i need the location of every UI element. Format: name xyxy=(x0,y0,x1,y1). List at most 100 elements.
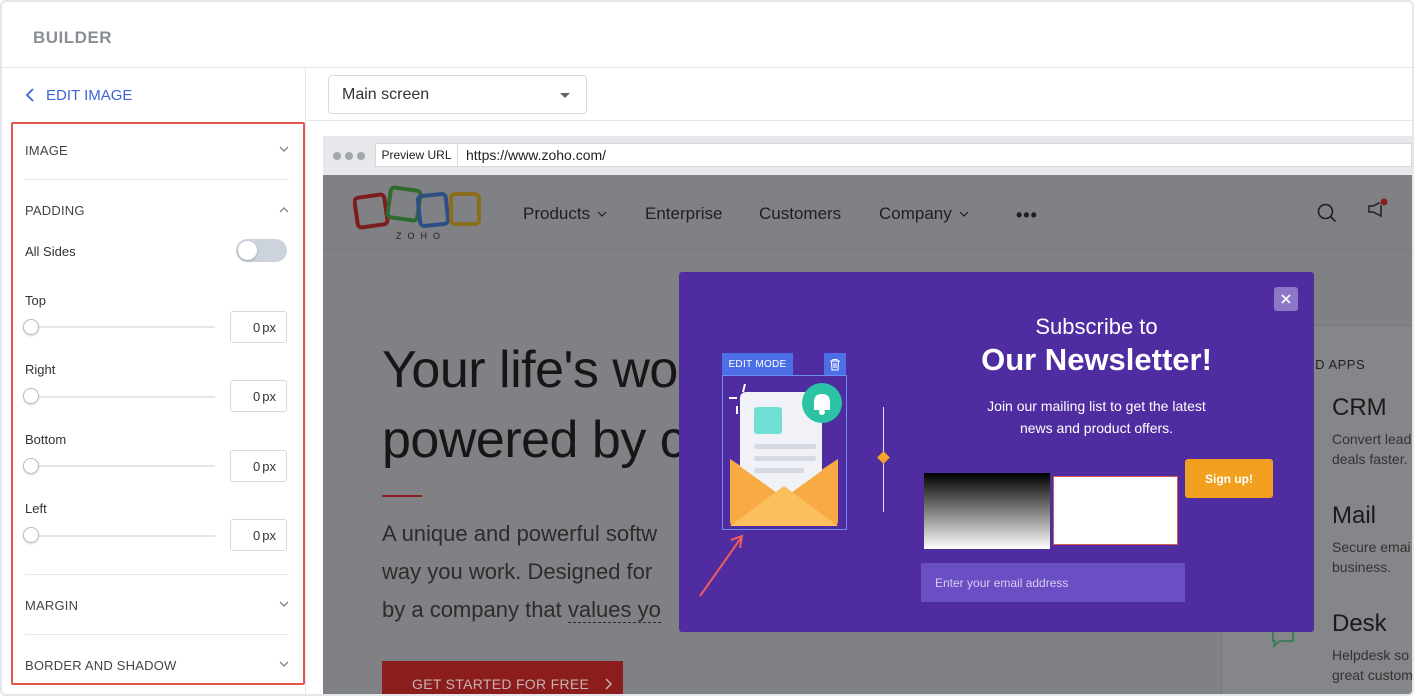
section-image[interactable]: IMAGE xyxy=(25,143,289,158)
section-image-label: IMAGE xyxy=(25,143,68,158)
padding-top-unit: px xyxy=(262,319,276,335)
search-icon[interactable] xyxy=(1317,203,1337,223)
section-border-shadow[interactable]: BORDER AND SHADOW xyxy=(25,658,289,673)
back-label: EDIT IMAGE xyxy=(46,86,133,104)
header: BUILDER xyxy=(2,2,1412,68)
resize-handle[interactable] xyxy=(877,451,890,464)
chevron-down-icon xyxy=(597,211,607,217)
settings-panel: IMAGE PADDING All Sides Top 0 px Right 0… xyxy=(11,122,305,685)
logo-text: ZOHO xyxy=(396,231,446,241)
padding-left-input[interactable]: 0 px xyxy=(230,519,287,551)
back-button[interactable]: EDIT IMAGE xyxy=(26,82,132,108)
screen-select[interactable]: Main screen xyxy=(328,75,587,114)
hero-title-line1: Your life's wo xyxy=(382,341,678,399)
padding-left-label: Left xyxy=(25,501,47,516)
gradient-image-placeholder[interactable] xyxy=(924,473,1050,549)
padding-bottom-input[interactable]: 0 px xyxy=(230,450,287,482)
nav-company-label: Company xyxy=(879,204,952,223)
chevron-down-icon xyxy=(279,601,289,607)
padding-bottom-slider-handle[interactable] xyxy=(23,458,39,474)
padding-top-value: 0 xyxy=(253,319,261,335)
app-desk-desc1: Helpdesk so xyxy=(1332,647,1410,663)
accent-divider xyxy=(382,495,422,497)
zoho-logo-icon: ZOHO xyxy=(353,185,481,241)
chevron-down-icon xyxy=(279,146,289,152)
padding-top-slider-handle[interactable] xyxy=(23,319,39,335)
sidebar: EDIT IMAGE IMAGE PADDING All Sides Top 0… xyxy=(2,68,306,694)
padding-top-label: Top xyxy=(25,293,46,308)
nav-enterprise-label: Enterprise xyxy=(645,204,723,223)
site-nav: ZOHO Products Enterprise Customers Compa… xyxy=(323,175,1412,250)
chevron-down-icon xyxy=(959,211,969,217)
app-mail-desc1: Secure emai xyxy=(1332,539,1411,555)
padding-left-track[interactable] xyxy=(31,535,215,537)
edit-mode-badge: EDIT MODE xyxy=(722,353,793,375)
trash-icon xyxy=(830,358,840,371)
hero-sub-link[interactable]: values yo xyxy=(567,597,661,623)
divider xyxy=(307,120,1412,121)
get-started-label: GET STARTED FOR FREE xyxy=(412,675,590,692)
website-preview: ZOHO Products Enterprise Customers Compa… xyxy=(323,175,1412,694)
nav-company[interactable]: Company xyxy=(879,204,969,224)
nav-more[interactable]: ••• xyxy=(1016,205,1038,226)
megaphone-icon[interactable] xyxy=(1366,197,1390,221)
padding-right-slider-handle[interactable] xyxy=(23,388,39,404)
padding-right-input[interactable]: 0 px xyxy=(230,380,287,412)
popup-title-line1: Subscribe to xyxy=(1035,314,1158,339)
screen-select-value: Main screen xyxy=(342,85,430,103)
section-margin[interactable]: MARGIN xyxy=(25,598,289,613)
hero-title-line2: powered by c xyxy=(382,411,686,469)
blank-image-placeholder[interactable] xyxy=(1053,476,1178,545)
app-mail-title[interactable]: Mail xyxy=(1332,502,1376,530)
padding-right-track[interactable] xyxy=(31,396,215,398)
divider xyxy=(25,574,289,575)
preview-url-bar: Preview URL https://www.zoho.com/ xyxy=(323,136,1412,175)
chevron-right-icon xyxy=(605,677,613,690)
selected-image[interactable] xyxy=(722,375,847,530)
get-started-button[interactable]: GET STARTED FOR FREE xyxy=(382,661,623,694)
app-crm-title[interactable]: CRM xyxy=(1332,394,1387,422)
popup-title-line2: Our Newsletter! xyxy=(981,342,1212,377)
hero-sub-line1: A unique and powerful softw xyxy=(382,521,658,546)
app-crm-desc1: Convert lead xyxy=(1332,431,1412,447)
popup-desc-line1: Join our mailing list to get the latest xyxy=(987,398,1206,414)
envelope-illustration-icon xyxy=(729,383,842,526)
nav-products[interactable]: Products xyxy=(523,204,607,224)
window-dot-icon xyxy=(345,152,353,160)
toggle-knob xyxy=(238,241,257,260)
all-sides-toggle[interactable] xyxy=(236,239,287,262)
window-dot-icon xyxy=(333,152,341,160)
padding-bottom-track[interactable] xyxy=(31,465,215,467)
main-area: Main screen Preview URL https://www.zoho… xyxy=(307,68,1412,694)
chevron-down-icon xyxy=(279,661,289,667)
popup-close-button[interactable] xyxy=(1274,287,1298,311)
builder-window: BUILDER EDIT IMAGE IMAGE PADDING All Sid… xyxy=(0,0,1414,696)
newsletter-popup: EDIT MODE Subscribe to Our Newsletter! J… xyxy=(679,272,1314,632)
padding-right-label: Right xyxy=(25,362,56,377)
divider xyxy=(25,179,289,180)
email-input[interactable] xyxy=(921,563,1185,602)
nav-products-label: Products xyxy=(523,204,591,223)
arrow-icon xyxy=(699,534,744,597)
padding-left-slider-handle[interactable] xyxy=(23,527,39,543)
signup-button[interactable]: Sign up! xyxy=(1185,459,1273,498)
nav-customers-label: Customers xyxy=(759,204,842,223)
padding-bottom-label: Bottom xyxy=(25,432,67,447)
nav-enterprise[interactable]: Enterprise xyxy=(645,204,722,224)
padding-top-track[interactable] xyxy=(31,326,215,328)
section-padding[interactable]: PADDING xyxy=(25,203,289,218)
padding-top-input[interactable]: 0 px xyxy=(230,311,287,343)
section-margin-label: MARGIN xyxy=(25,598,79,613)
delete-image-button[interactable] xyxy=(824,353,846,375)
preview-url-input[interactable]: https://www.zoho.com/ xyxy=(457,143,1412,167)
padding-right-unit: px xyxy=(262,388,276,404)
app-desk-title[interactable]: Desk xyxy=(1332,610,1387,638)
nav-customers[interactable]: Customers xyxy=(759,204,841,224)
caret-down-icon xyxy=(560,93,570,98)
padding-bottom-unit: px xyxy=(262,458,276,474)
app-desk-desc2: great custom xyxy=(1332,667,1412,683)
app-crm-desc2: deals faster. xyxy=(1332,451,1408,467)
hero-sub-line3-text: by a company that xyxy=(382,597,568,622)
padding-bottom-value: 0 xyxy=(253,458,261,474)
padding-left-unit: px xyxy=(262,527,276,543)
